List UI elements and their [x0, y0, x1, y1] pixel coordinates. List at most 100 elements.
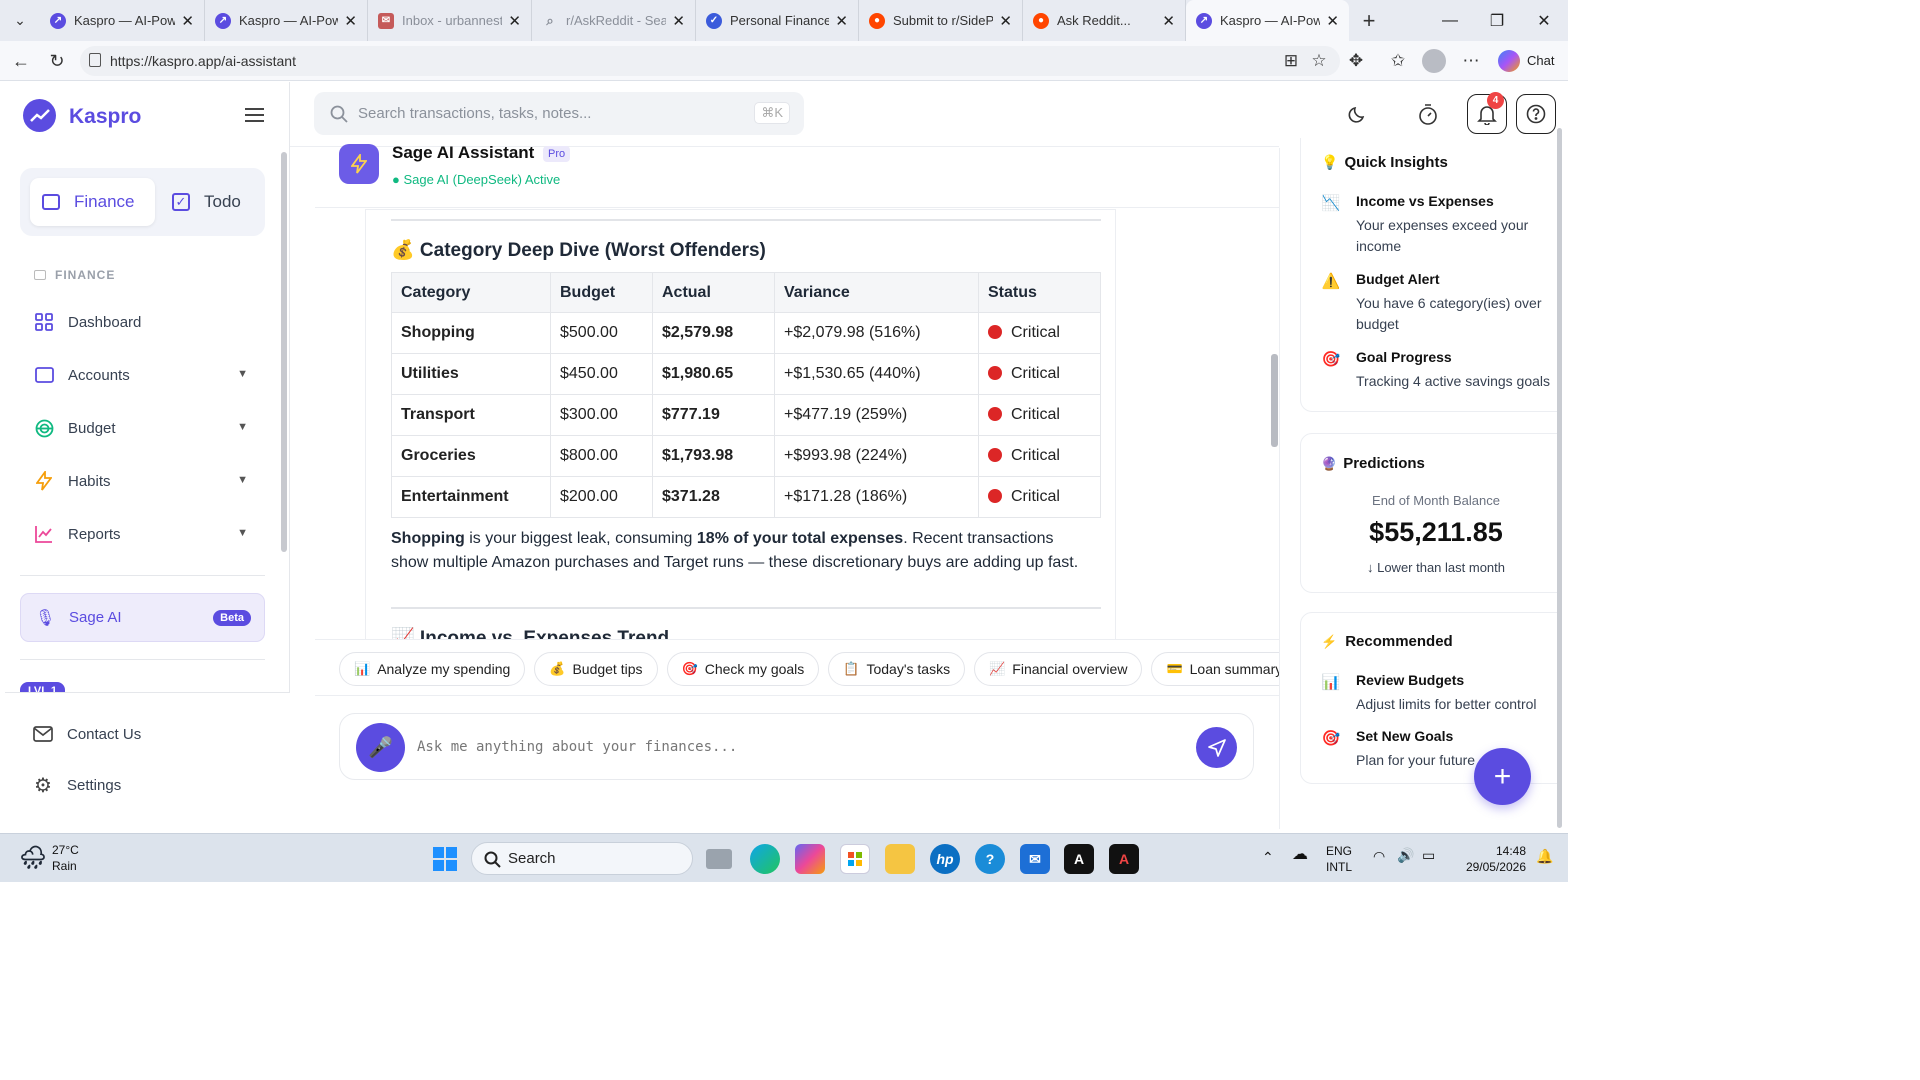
sidebar-item-budget[interactable]: Budget ▼: [20, 406, 270, 450]
sidebar-scrollbar[interactable]: [281, 152, 287, 552]
hamburger-menu-icon[interactable]: [245, 108, 264, 122]
app-ai-icon[interactable]: A: [1109, 844, 1139, 874]
expand-caret-icon[interactable]: ▼: [237, 527, 248, 539]
contact-us-link[interactable]: Contact Us: [19, 712, 269, 756]
chat-scrollbar[interactable]: [1271, 354, 1278, 447]
tab-close-icon[interactable]: ✕: [344, 12, 357, 30]
new-tab-plus-icon[interactable]: +: [1349, 8, 1389, 34]
chat-input[interactable]: Ask me anything about your finances...: [417, 739, 737, 755]
favorite-star-icon[interactable]: ☆: [1307, 49, 1331, 73]
expand-caret-icon[interactable]: ▼: [237, 368, 248, 380]
app-a-icon[interactable]: A: [1064, 844, 1094, 874]
copilot-icon[interactable]: [1498, 50, 1520, 72]
insight-item[interactable]: ⚠️ Budget Alert You have 6 category(ies)…: [1321, 271, 1562, 332]
tab-actions-chevron-icon[interactable]: ⌄: [0, 0, 40, 41]
tab-close-icon[interactable]: ✕: [181, 12, 194, 30]
tab-close-icon[interactable]: ✕: [1162, 12, 1175, 30]
summary-lead: Shopping: [391, 530, 465, 547]
tab-close-icon[interactable]: ✕: [835, 12, 848, 30]
insight-item[interactable]: 📉 Income vs Expenses Your expenses excee…: [1321, 193, 1562, 254]
window-close-icon[interactable]: ✕: [1521, 0, 1567, 41]
more-menu-icon[interactable]: ⋯: [1459, 49, 1483, 73]
timer-button[interactable]: [1408, 94, 1448, 134]
extensions-icon[interactable]: ✥: [1344, 49, 1368, 73]
language-indicator[interactable]: ENG INTL: [1326, 843, 1352, 875]
sidebar-item-label: Budget: [68, 419, 116, 437]
suggestion-chips: 📊 Analyze my spending 💰 Budget tips 🎯 Check…: [339, 652, 1306, 686]
chat-label[interactable]: Chat: [1527, 53, 1554, 68]
outlook-icon[interactable]: ✉: [1020, 844, 1050, 874]
clock[interactable]: 14:48 29/05/2026: [1458, 843, 1526, 875]
browser-tab[interactable]: ✉ Inbox - urbannest0 ✕: [368, 0, 532, 41]
taskbar-search[interactable]: Search: [471, 842, 693, 875]
windows-start-icon[interactable]: [430, 844, 460, 874]
browser-tab[interactable]: ● Ask Reddit... ✕: [1023, 0, 1186, 41]
weather-rain-icon[interactable]: 🌧: [17, 842, 49, 874]
accounts-card-icon: [34, 365, 54, 385]
copilot-app-icon[interactable]: [795, 844, 825, 874]
browser-tab-active[interactable]: ↗ Kaspro — AI-Powe ✕: [1186, 0, 1349, 41]
browser-tab[interactable]: ↗ Kaspro — AI-Powe ✕: [40, 0, 205, 41]
chip-analyze-spending[interactable]: 📊 Analyze my spending: [339, 652, 526, 686]
wifi-icon[interactable]: ◠: [1373, 848, 1385, 864]
help-app-icon[interactable]: ?: [975, 844, 1005, 874]
back-arrow-icon[interactable]: ←: [2, 51, 40, 72]
send-button[interactable]: [1196, 727, 1237, 768]
browser-tab[interactable]: ↗ Kaspro — AI-Powe ✕: [205, 0, 368, 41]
critical-dot-icon: [988, 489, 1002, 503]
site-info-icon[interactable]: [89, 53, 101, 67]
todo-mode-button[interactable]: ✓ Todo: [160, 178, 260, 226]
expand-caret-icon[interactable]: ▼: [237, 474, 248, 486]
tray-chevron-icon[interactable]: ⌃: [1262, 849, 1274, 865]
variance-cell: +$171.28 (186%): [774, 476, 979, 518]
voice-input-button[interactable]: 🎤: [356, 723, 405, 772]
sidebar-item-reports[interactable]: Reports ▼: [20, 512, 270, 556]
chip-financial-overview[interactable]: 📈 Financial overview: [974, 652, 1143, 686]
task-view-icon[interactable]: [706, 849, 732, 869]
edge-browser-icon[interactable]: [750, 844, 780, 874]
browser-tab[interactable]: ● Submit to r/SidePro ✕: [859, 0, 1023, 41]
profile-avatar[interactable]: [1422, 49, 1446, 73]
insight-desc: Tracking 4 active savings goals: [1356, 373, 1551, 389]
volume-icon[interactable]: 🔊: [1397, 847, 1414, 863]
minimize-icon[interactable]: —: [1427, 0, 1473, 41]
tab-close-icon[interactable]: ✕: [672, 12, 685, 30]
split-screen-icon[interactable]: ⊞: [1279, 49, 1303, 73]
chip-check-goals[interactable]: 🎯 Check my goals: [666, 652, 820, 686]
quick-add-fab[interactable]: +: [1474, 748, 1531, 805]
browser-tab[interactable]: ⌕ r/AskReddit - Searc ✕: [532, 0, 696, 41]
help-button[interactable]: [1516, 94, 1556, 134]
browser-tab[interactable]: ✓ Personal Finance Pl ✕: [696, 0, 859, 41]
favorites-icon[interactable]: ✩: [1386, 49, 1410, 73]
notifications-button[interactable]: 4: [1467, 92, 1507, 134]
tab-close-icon[interactable]: ✕: [1326, 12, 1339, 30]
reload-icon[interactable]: ↻: [38, 51, 76, 72]
sidebar-item-sage-ai[interactable]: 🎙 Sage AI Beta: [20, 593, 265, 642]
notification-center-icon[interactable]: 🔔: [1536, 848, 1553, 864]
insight-item[interactable]: 🎯 Goal Progress Tracking 4 active saving…: [1321, 349, 1562, 393]
finance-mode-button[interactable]: Finance: [30, 178, 155, 226]
ai-status: ● Sage AI (DeepSeek) Active: [392, 172, 561, 187]
restore-icon[interactable]: ❐: [1474, 0, 1520, 41]
global-search-input[interactable]: Search transactions, tasks, notes... ⌘K: [314, 92, 804, 135]
hp-icon[interactable]: hp: [930, 844, 960, 874]
settings-link[interactable]: ⚙ Settings: [19, 763, 269, 807]
page-scrollbar[interactable]: [1557, 128, 1562, 828]
tab-close-icon[interactable]: ✕: [508, 12, 521, 30]
expand-caret-icon[interactable]: ▼: [237, 421, 248, 433]
file-explorer-icon[interactable]: [885, 844, 915, 874]
tab-close-icon[interactable]: ✕: [999, 12, 1012, 30]
sidebar-item-dashboard[interactable]: Dashboard: [20, 300, 270, 344]
onedrive-cloud-icon[interactable]: ☁: [1292, 847, 1308, 863]
chip-loan-summary[interactable]: 💳 Loan summary: [1151, 652, 1298, 686]
recommendation-item[interactable]: 📊 Review Budgets Adjust limits for bette…: [1321, 672, 1562, 716]
sidebar-item-accounts[interactable]: Accounts ▼: [20, 353, 270, 397]
dark-mode-toggle[interactable]: [1338, 94, 1378, 134]
chip-todays-tasks[interactable]: 📋 Today's tasks: [828, 652, 966, 686]
store-icon[interactable]: [840, 844, 870, 874]
sidebar-item-habits[interactable]: Habits ▼: [20, 459, 270, 503]
weather-widget[interactable]: 27°C Rain: [52, 842, 79, 874]
url-field[interactable]: https://kaspro.app/ai-assistant: [80, 46, 1340, 76]
chip-budget-tips[interactable]: 💰 Budget tips: [534, 652, 658, 686]
battery-icon[interactable]: ▭: [1422, 847, 1435, 863]
